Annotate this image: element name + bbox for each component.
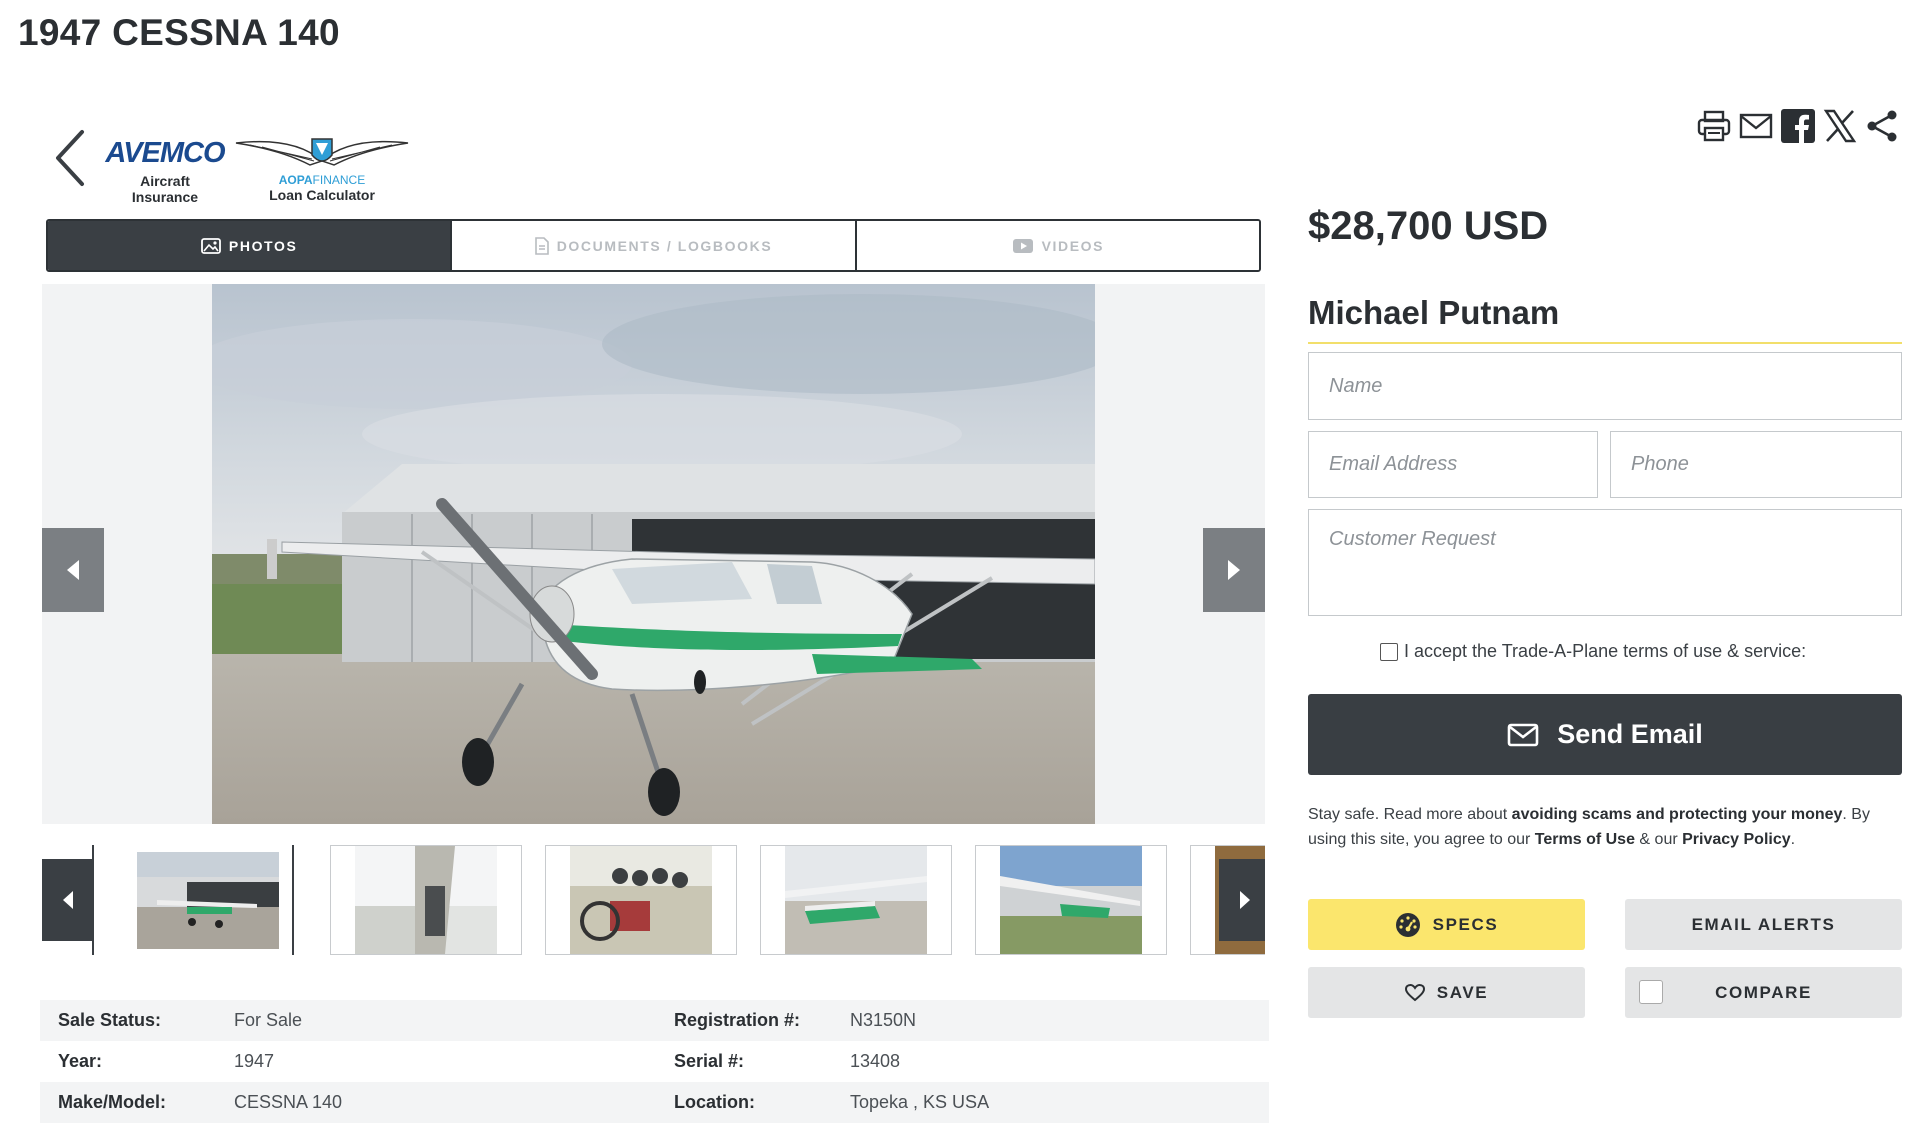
spec-key: Sale Status:: [58, 1010, 162, 1030]
back-button[interactable]: [52, 128, 92, 188]
save-button[interactable]: SAVE: [1308, 967, 1585, 1018]
main-aircraft-photo[interactable]: [212, 284, 1095, 824]
tab-photos[interactable]: PHOTOS: [48, 221, 453, 270]
spec-value: N3150N: [850, 1010, 917, 1030]
envelope-icon: [1507, 723, 1539, 746]
save-label: SAVE: [1436, 982, 1489, 1002]
spec-key: Make/Model:: [58, 1092, 167, 1112]
tab-photos-label: PHOTOS: [228, 237, 298, 254]
send-email-label: Send Email: [1557, 719, 1703, 749]
safety-disclaimer: Stay safe. Read more about avoiding scam…: [1308, 806, 1870, 848]
aopa-brand: AOPAFINANCE: [278, 173, 366, 187]
spec-key: Year:: [58, 1051, 103, 1071]
spec-value: CESSNA 140: [234, 1092, 343, 1112]
aopa-loan-calculator-link[interactable]: AOPAFINANCE Loan Calculator: [232, 133, 412, 203]
seller-divider: [1308, 342, 1902, 344]
spec-row: Make/Model: CESSNA 140 Location: Topeka …: [40, 1082, 1269, 1123]
terms-consent: I accept the Trade-A-Plane terms of use …: [1380, 641, 1806, 662]
caret-right-icon: [1228, 560, 1240, 580]
spec-value: 13408: [850, 1051, 901, 1071]
facebook-icon[interactable]: [1780, 108, 1816, 144]
thumbnail-5[interactable]: [975, 845, 1167, 955]
spec-key: Registration #:: [674, 1010, 801, 1030]
spec-value: 1947: [234, 1051, 275, 1071]
specs-button[interactable]: SPECS: [1308, 899, 1585, 950]
avemco-label-line1: Aircraft: [140, 173, 190, 189]
send-email-button[interactable]: Send Email: [1308, 694, 1902, 775]
thumbnail-4[interactable]: [760, 845, 952, 955]
share-toolbar: [1696, 108, 1900, 144]
print-icon[interactable]: [1696, 108, 1732, 144]
terms-of-use-link[interactable]: Terms of Use: [1535, 831, 1635, 848]
tab-videos-label: VIDEOS: [1041, 237, 1105, 254]
avemco-logo: AVEMCO: [105, 137, 225, 169]
phone-field[interactable]: Phone: [1610, 431, 1902, 498]
compare-button[interactable]: COMPARE: [1625, 967, 1902, 1018]
caret-left-icon: [63, 891, 73, 909]
spec-value: For Sale: [234, 1010, 303, 1030]
tab-documents-logbooks[interactable]: DOCUMENTS / LOGBOOKS: [452, 221, 857, 270]
thumbs-prev-button[interactable]: [42, 859, 94, 941]
document-icon: [534, 236, 549, 255]
caret-left-icon: [67, 560, 79, 580]
email-alerts-button[interactable]: EMAIL ALERTS: [1625, 899, 1902, 950]
thumbnail-2[interactable]: [330, 845, 522, 955]
thumbnail-strip: [42, 845, 1265, 955]
tab-videos[interactable]: VIDEOS: [856, 221, 1259, 270]
video-icon: [1012, 238, 1033, 253]
tab-documents-label: DOCUMENTS / LOGBOOKS: [556, 237, 773, 254]
caret-right-icon: [1240, 891, 1250, 909]
terms-label: I accept the Trade-A-Plane terms of use …: [1404, 641, 1807, 661]
compare-checkbox[interactable]: [1639, 980, 1663, 1004]
gallery-prev-button[interactable]: [42, 528, 104, 612]
media-tabs: PHOTOS DOCUMENTS / LOGBOOKS VIDEOS: [46, 219, 1261, 272]
thumbs-next-button[interactable]: [1219, 859, 1265, 941]
x-icon[interactable]: [1822, 108, 1858, 144]
spec-value: Topeka , KS USA: [850, 1092, 990, 1112]
email-icon[interactable]: [1738, 108, 1774, 144]
page-title: 1947 CESSNA 140: [18, 12, 340, 53]
email-field[interactable]: Email Address: [1308, 431, 1598, 498]
share-icon[interactable]: [1864, 108, 1900, 144]
privacy-policy-link[interactable]: Privacy Policy: [1682, 831, 1791, 848]
terms-checkbox[interactable]: [1380, 642, 1398, 661]
name-field[interactable]: Name: [1308, 352, 1902, 420]
avemco-insurance-link[interactable]: AVEMCO Aircraft Insurance: [105, 133, 225, 205]
aopa-wings-logo: [232, 133, 412, 173]
specs-table: Sale Status: For Sale Registration #: N3…: [40, 1000, 1269, 1123]
thumbnail-3[interactable]: [545, 845, 737, 955]
image-icon: [201, 237, 221, 254]
avemco-label-line2: Insurance: [131, 189, 199, 205]
scams-link[interactable]: avoiding scams and protecting your money: [1512, 806, 1843, 823]
spec-row: Sale Status: For Sale Registration #: N3…: [40, 1000, 1269, 1041]
specs-label: SPECS: [1432, 914, 1499, 934]
email-alerts-label: EMAIL ALERTS: [1691, 914, 1836, 934]
spec-key: Serial #:: [674, 1051, 745, 1071]
gallery-next-button[interactable]: [1203, 528, 1265, 612]
gauge-icon: [1395, 912, 1420, 937]
aopa-label: Loan Calculator: [269, 187, 375, 203]
seller-name: Michael Putnam: [1308, 294, 1560, 331]
listing-price: $28,700 USD: [1308, 204, 1549, 248]
customer-request-field[interactable]: Customer Request: [1308, 509, 1902, 616]
spec-key: Location:: [674, 1092, 755, 1112]
thumbnail-1[interactable]: [124, 845, 294, 955]
photo-gallery: [42, 284, 1265, 824]
compare-label: COMPARE: [1715, 982, 1812, 1002]
heart-icon: [1404, 983, 1425, 1001]
spec-row: Year: 1947 Serial #: 13408: [40, 1041, 1269, 1082]
chevron-left-icon: [56, 130, 84, 186]
